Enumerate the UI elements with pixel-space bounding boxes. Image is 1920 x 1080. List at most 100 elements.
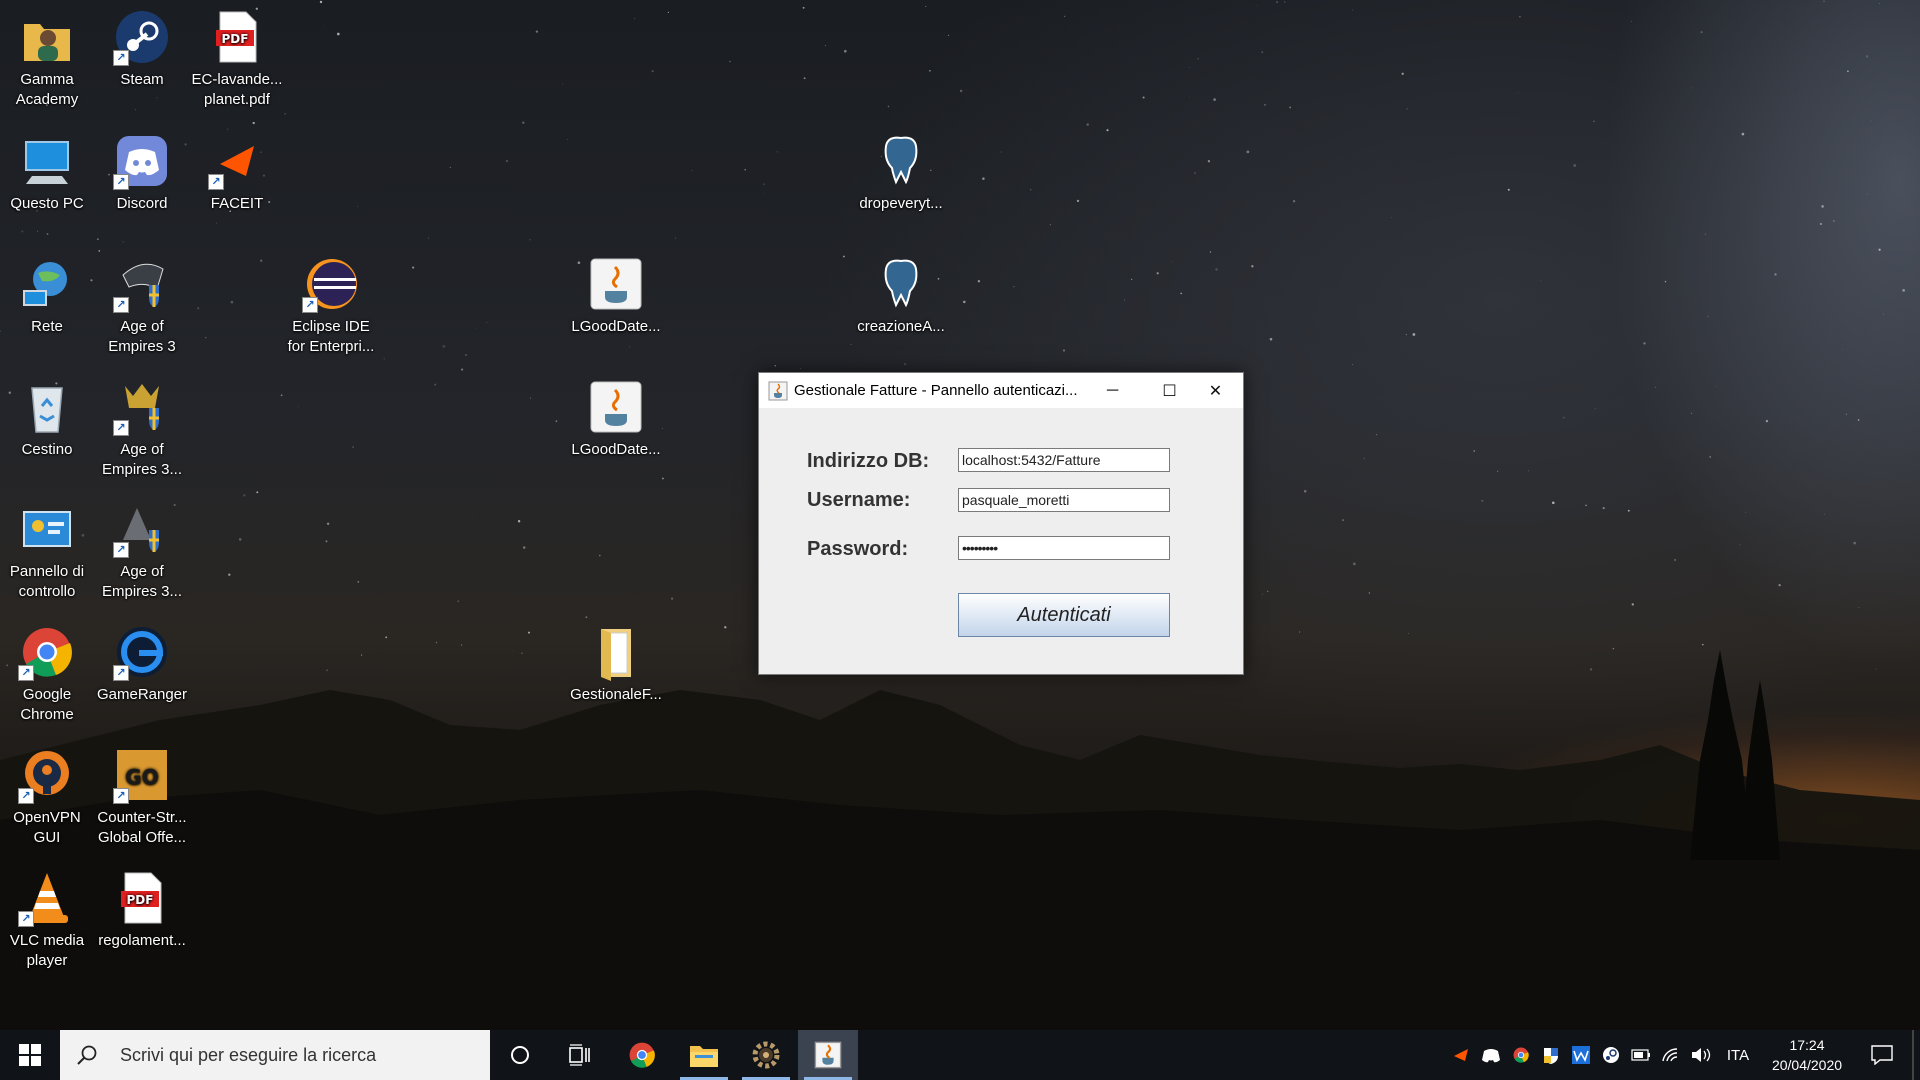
taskbar-gear-app[interactable] (736, 1030, 796, 1080)
desktop-icon-google-chrome[interactable]: ↗ Google Chrome (0, 623, 94, 725)
network-icon (18, 255, 76, 313)
star (1156, 272, 1159, 275)
star (461, 644, 463, 646)
taskbar-java-app[interactable] (798, 1030, 858, 1080)
notification-icon (1871, 1045, 1893, 1065)
star (1702, 643, 1704, 646)
star (1062, 349, 1066, 352)
desktop-icon-pannello-di-controllo[interactable]: Pannello di controllo (0, 500, 94, 602)
dialog-titlebar[interactable]: Gestionale Fatture - Pannello autenticaz… (759, 373, 1243, 408)
password-input[interactable] (958, 536, 1170, 560)
search-box[interactable]: Scrivi qui per eseguire la ricerca (60, 1030, 490, 1080)
gear-app-icon (752, 1041, 780, 1069)
star (204, 336, 207, 339)
chrome-icon (629, 1042, 655, 1068)
desktop-icon-lgooddate-2[interactable]: LGoodDate... (569, 378, 663, 460)
star (667, 11, 669, 13)
star (46, 233, 49, 235)
authenticate-button[interactable]: Autenticati (958, 593, 1170, 637)
star (97, 238, 99, 240)
pdf-icon: PDF (208, 8, 266, 66)
tray-security[interactable] (1540, 1030, 1562, 1080)
star (1142, 96, 1145, 99)
cortana-button[interactable] (490, 1030, 550, 1080)
volume-icon (1692, 1048, 1711, 1062)
desktop-icon-age-of-empires-3[interactable]: ↗ Age of Empires 3 (95, 255, 189, 357)
tray-language[interactable]: ITA (1722, 1030, 1754, 1080)
desktop-icon-lgooddate-1[interactable]: LGoodDate... (569, 255, 663, 337)
desktop-icon-dropeveryt[interactable]: dropeveryt... (854, 132, 948, 214)
desktop-icon-eclipse[interactable]: ↗ Eclipse IDE for Enterpri... (284, 255, 378, 357)
desktop-icon-age-of-empires-3-warchiefs[interactable]: ↗ Age of Empires 3... (95, 378, 189, 480)
tray-faceit[interactable] (1450, 1030, 1472, 1080)
star (567, 139, 568, 141)
shortcut-arrow-icon: ↗ (113, 788, 129, 804)
star (1408, 633, 1410, 634)
star (1739, 544, 1741, 545)
faceit-icon (1454, 1049, 1468, 1061)
star (457, 600, 460, 603)
computer-icon (18, 132, 76, 190)
clock[interactable]: 17:24 20/04/2020 (1763, 1030, 1851, 1080)
desktop-icon-regolamento-pdf[interactable]: PDF regolament... (95, 869, 189, 951)
star (555, 420, 558, 423)
star (1540, 279, 1542, 281)
close-icon: ✕ (1208, 382, 1223, 400)
star (1841, 349, 1843, 351)
minimize-button[interactable]: ─ (1084, 373, 1141, 408)
star (475, 328, 477, 329)
star (1267, 590, 1269, 592)
desktop-icon-ec-lavande-pdf[interactable]: PDF EC-lavande... planet.pdf (190, 8, 284, 110)
notifications-button[interactable] (1862, 1030, 1902, 1080)
star (1709, 456, 1711, 458)
desktop-icon-gamma-academy[interactable]: Gamma Academy (0, 8, 94, 110)
app-w-icon (1572, 1046, 1590, 1064)
steam-icon: ↗ (113, 8, 171, 66)
show-desktop-button[interactable] (1912, 1030, 1914, 1080)
desktop-icon-questo-pc[interactable]: Questo PC (0, 132, 94, 214)
desktop-icon-gestionalef[interactable]: GestionaleF... (569, 623, 663, 705)
tray-app-w[interactable] (1570, 1030, 1592, 1080)
desktop-icon-openvpn-gui[interactable]: ↗ OpenVPN GUI (0, 746, 94, 848)
desktop-icon-discord[interactable]: ↗ Discord (95, 132, 189, 214)
tray-battery[interactable] (1630, 1030, 1652, 1080)
tray-wifi[interactable] (1660, 1030, 1682, 1080)
star (1870, 120, 1872, 122)
desktop-icon-vlc[interactable]: ↗ VLC media player (0, 869, 94, 971)
star (843, 49, 847, 53)
star (1875, 668, 1877, 670)
desktop-icon-age-of-empires-3-asian[interactable]: ↗ Age of Empires 3... (95, 500, 189, 602)
start-button[interactable] (0, 1030, 60, 1080)
desktop-icon-creazionea[interactable]: creazioneA... (854, 255, 948, 337)
tray-chrome[interactable] (1510, 1030, 1532, 1080)
desktop-icon-gameranger[interactable]: ↗ GameRanger (95, 623, 189, 705)
desktop-icon-rete[interactable]: Rete (0, 255, 94, 337)
desktop-icon-steam[interactable]: ↗ Steam (95, 8, 189, 90)
star (1589, 668, 1593, 671)
star (1405, 334, 1407, 336)
star (522, 121, 525, 124)
task-view-button[interactable] (550, 1030, 610, 1080)
tray-volume[interactable] (1690, 1030, 1712, 1080)
tray-steam[interactable] (1600, 1030, 1622, 1080)
star (260, 259, 263, 262)
shortcut-arrow-icon: ↗ (18, 911, 34, 927)
star (691, 169, 693, 171)
taskbar-chrome[interactable] (612, 1030, 672, 1080)
star (744, 169, 746, 171)
close-button[interactable]: ✕ (1187, 373, 1244, 408)
taskbar-file-explorer[interactable] (674, 1030, 734, 1080)
star (1700, 31, 1703, 34)
star (323, 25, 325, 26)
username-input[interactable] (958, 488, 1170, 512)
desktop-icon-csgo[interactable]: GO ↗ Counter-Str... Global Offe... (95, 746, 189, 848)
star (383, 358, 385, 360)
star (1612, 647, 1615, 650)
tray-discord[interactable] (1480, 1030, 1502, 1080)
desktop-icon-cestino[interactable]: Cestino (0, 378, 94, 460)
java-app-icon (814, 1041, 842, 1069)
star (227, 128, 229, 130)
star (361, 654, 363, 656)
desktop-icon-faceit[interactable]: ↗ FACEIT (190, 132, 284, 214)
db-address-input[interactable] (958, 448, 1170, 472)
